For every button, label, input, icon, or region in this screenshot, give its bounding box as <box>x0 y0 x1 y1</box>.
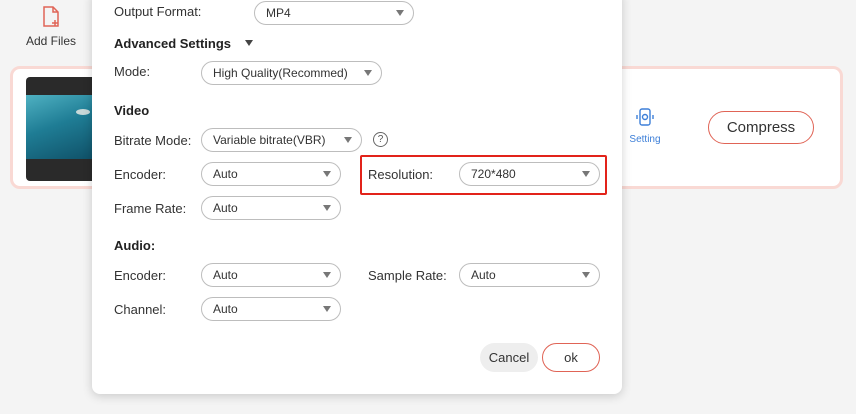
help-icon[interactable]: ? <box>373 132 388 147</box>
chevron-down-icon <box>364 70 372 76</box>
settings-dialog: Output Format: MP4 Advanced Settings Mod… <box>92 0 622 394</box>
channel-select[interactable]: Auto <box>201 297 341 321</box>
add-files-label: Add Files <box>25 34 77 48</box>
output-format-select[interactable]: MP4 <box>254 1 414 25</box>
setting-icon <box>636 108 654 126</box>
video-thumbnail[interactable] <box>26 77 98 181</box>
bitrate-mode-select[interactable]: Variable bitrate(VBR) <box>201 128 362 152</box>
video-section-title: Video <box>114 103 150 118</box>
add-file-icon <box>43 6 59 27</box>
audio-encoder-value: Auto <box>213 268 238 282</box>
sample-rate-select[interactable]: Auto <box>459 263 600 287</box>
chevron-down-icon <box>582 171 590 177</box>
caret-down-icon[interactable] <box>245 40 253 46</box>
frame-rate-label: Frame Rate: <box>114 201 187 216</box>
audio-encoder-select[interactable]: Auto <box>201 263 341 287</box>
resolution-select[interactable]: 720*480 <box>459 162 600 186</box>
thumbnail-image <box>26 95 98 159</box>
output-format-value: MP4 <box>266 6 291 20</box>
mode-value: High Quality(Recommed) <box>213 66 348 80</box>
chevron-down-icon <box>344 137 352 143</box>
channel-value: Auto <box>213 302 238 316</box>
compress-button[interactable]: Compress <box>708 111 814 144</box>
thumbnail-detail <box>76 109 90 115</box>
sample-rate-label: Sample Rate: <box>368 268 447 283</box>
channel-label: Channel: <box>114 302 167 317</box>
chevron-down-icon <box>582 272 590 278</box>
output-format-label: Output Format: <box>114 4 202 19</box>
chevron-down-icon <box>396 10 404 16</box>
advanced-settings-title: Advanced Settings <box>114 36 232 51</box>
ok-button[interactable]: ok <box>542 343 600 372</box>
bitrate-mode-label: Bitrate Mode: <box>114 133 192 148</box>
sample-rate-value: Auto <box>471 268 496 282</box>
frame-rate-value: Auto <box>213 201 238 215</box>
setting-label: Setting <box>629 134 661 145</box>
video-encoder-value: Auto <box>213 167 238 181</box>
mode-select[interactable]: High Quality(Recommed) <box>201 61 382 85</box>
resolution-value: 720*480 <box>471 167 516 181</box>
chevron-down-icon <box>323 306 331 312</box>
setting-button[interactable]: Setting <box>625 107 665 145</box>
mode-label: Mode: <box>114 64 151 79</box>
audio-encoder-label: Encoder: <box>114 268 167 283</box>
cancel-button[interactable]: Cancel <box>480 343 538 372</box>
resolution-label: Resolution: <box>368 167 434 182</box>
video-encoder-select[interactable]: Auto <box>201 162 341 186</box>
chevron-down-icon <box>323 272 331 278</box>
video-encoder-label: Encoder: <box>114 167 167 182</box>
chevron-down-icon <box>323 171 331 177</box>
chevron-down-icon <box>323 205 331 211</box>
audio-section-title: Audio: <box>114 238 156 253</box>
frame-rate-select[interactable]: Auto <box>201 196 341 220</box>
add-files-button[interactable]: Add Files <box>14 6 88 50</box>
bitrate-mode-value: Variable bitrate(VBR) <box>213 133 326 147</box>
